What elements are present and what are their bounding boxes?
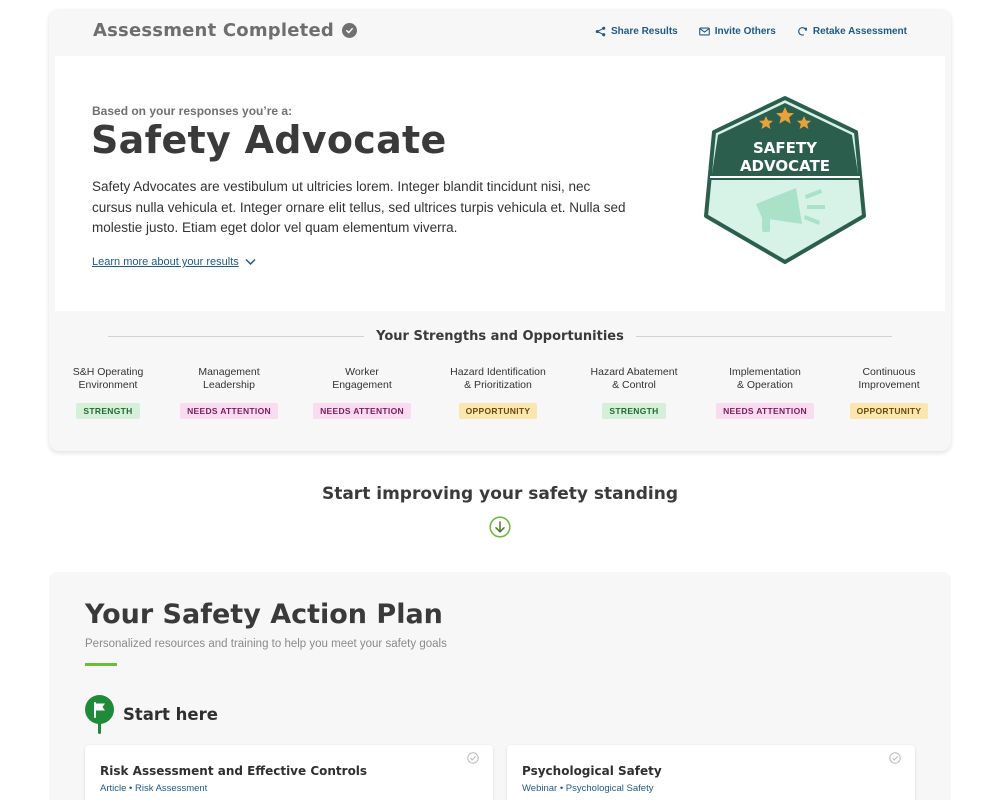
check-circle-icon[interactable] [467,752,479,764]
category-name: Management Leadership [198,366,260,391]
safety-advocate-badge: SAFETY ADVOCATE [704,96,866,264]
share-results-label: Share Results [611,26,678,37]
status-badge: STRENGTH [602,403,666,419]
arrow-down-circle-icon[interactable] [489,516,511,538]
start-here-label: Start here [123,705,218,724]
invite-others-button[interactable]: Invite Others [698,26,776,37]
chevron-down-icon [245,258,256,266]
start-here-heading: Start here [85,695,218,734]
share-results-button[interactable]: Share Results [595,26,678,37]
divider [108,336,365,337]
retake-assessment-button[interactable]: Retake Assessment [797,26,907,37]
accent-divider [85,663,117,666]
mail-icon [698,27,710,36]
category-list: S&H Operating Environment STRENGTH Manage… [49,366,951,436]
resource-meta: Article • Risk Assessment [100,783,208,794]
retake-icon [797,27,807,36]
action-plan-subtitle: Personalized resources and training to h… [85,638,447,650]
category-name: Worker Engagement [332,366,392,391]
share-icon [595,26,606,37]
status-badge: NEEDS ATTENTION [716,403,814,419]
category-name: Hazard Identification & Prioritization [450,366,546,391]
result-description: Safety Advocates are vestibulum ut ultri… [92,179,626,235]
header-actions: Share Results Invite Others Retake Asses… [595,26,907,37]
improve-heading: Start improving your safety standing [321,484,679,504]
resource-card-risk-assessment[interactable]: Risk Assessment and Effective Controls A… [85,745,493,800]
resource-card-psychological-safety[interactable]: Psychological Safety Webinar • Psycholog… [507,745,915,800]
retake-assessment-label: Retake Assessment [812,26,907,37]
page-title-text: Assessment Completed [93,20,334,41]
divider [635,336,892,337]
status-badge: OPPORTUNITY [849,403,929,419]
strengths-heading-text: Your Strengths and Opportunities [376,329,624,344]
action-plan-section: Your Safety Action Plan Personalized res… [49,572,951,800]
category-name: Hazard Abatement & Control [590,366,678,391]
page-title: Assessment Completed [93,20,357,41]
resource-title: Risk Assessment and Effective Controls [100,764,368,778]
results-card: Assessment Completed Share Results Invit… [49,9,951,451]
check-circle-icon[interactable] [889,752,901,764]
completed-check-icon [341,23,357,38]
results-header: Assessment Completed Share Results Invit… [49,9,951,55]
category-sh-operating-environment: S&H Operating Environment STRENGTH [38,366,178,419]
category-continuous-improvement: Continuous Improvement OPPORTUNITY [819,366,959,419]
badge-line2: ADVOCATE [740,157,830,175]
category-worker-engagement: Worker Engagement NEEDS ATTENTION [292,366,432,419]
action-plan-title: Your Safety Action Plan [85,599,443,630]
status-badge: OPPORTUNITY [458,403,538,419]
status-badge: NEEDS ATTENTION [180,403,278,419]
result-hero: Based on your responses you’re a: Safety… [55,56,945,311]
resource-meta: Webinar • Psychological Safety [522,783,654,794]
learn-more-label: Learn more about your results [92,256,239,268]
category-management-leadership: Management Leadership NEEDS ATTENTION [159,366,299,419]
learn-more-link[interactable]: Learn more about your results [92,256,256,268]
invite-others-label: Invite Others [714,26,776,37]
category-hazard-abatement: Hazard Abatement & Control STRENGTH [564,366,704,419]
flag-pin-icon [85,695,114,734]
category-name: Continuous Improvement [858,366,920,391]
status-badge: STRENGTH [76,403,140,419]
result-title: Safety Advocate [91,118,447,162]
strengths-heading: Your Strengths and Opportunities [49,329,951,344]
status-badge: NEEDS ATTENTION [313,403,411,419]
category-hazard-identification: Hazard Identification & Prioritization OP… [428,366,568,419]
category-implementation-operation: Implementation & Operation NEEDS ATTENTIO… [695,366,835,419]
category-name: S&H Operating Environment [72,366,144,391]
resource-title: Psychological Safety [522,764,662,778]
category-name: Implementation & Operation [729,366,801,391]
badge-line1: SAFETY [753,139,818,157]
result-intro: Based on your responses you’re a: [92,104,293,118]
